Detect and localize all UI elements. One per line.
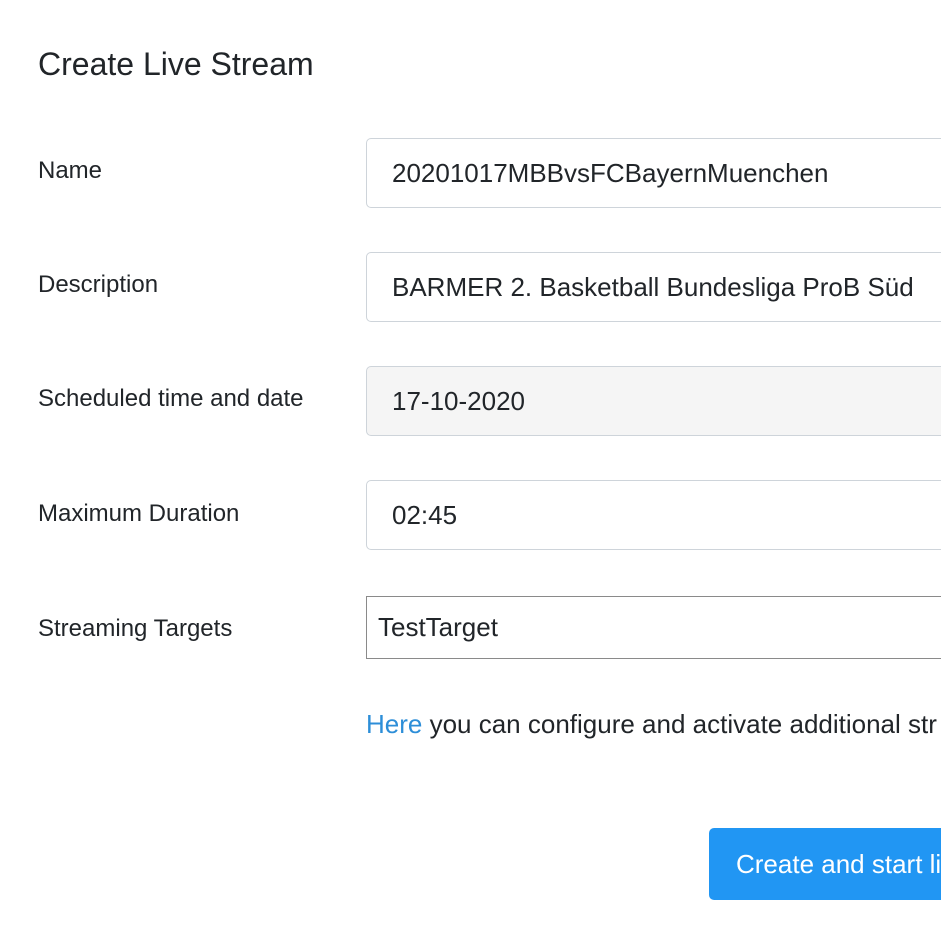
help-text: you can configure and activate additiona… [422, 709, 937, 739]
max-duration-input[interactable] [366, 480, 941, 550]
configure-targets-link[interactable]: Here [366, 709, 422, 739]
streaming-target-option: TestTarget [378, 612, 498, 642]
page-title: Create Live Stream [38, 46, 314, 82]
name-input[interactable] [366, 138, 941, 208]
create-live-stream-page: Create Live Stream Name Description Sche… [0, 0, 941, 931]
name-label: Name [38, 157, 103, 184]
create-and-start-button[interactable]: Create and start li [709, 828, 941, 900]
scheduled-date-input[interactable] [366, 366, 941, 436]
streaming-targets-help: Here you can configure and activate addi… [366, 708, 937, 740]
streaming-targets-label: Streaming Targets [38, 615, 233, 642]
max-duration-label: Maximum Duration [38, 500, 240, 527]
description-label: Description [38, 271, 159, 298]
streaming-targets-select[interactable]: TestTarget [366, 596, 941, 659]
description-input[interactable] [366, 252, 941, 322]
scheduled-date-label: Scheduled time and date [38, 385, 304, 412]
